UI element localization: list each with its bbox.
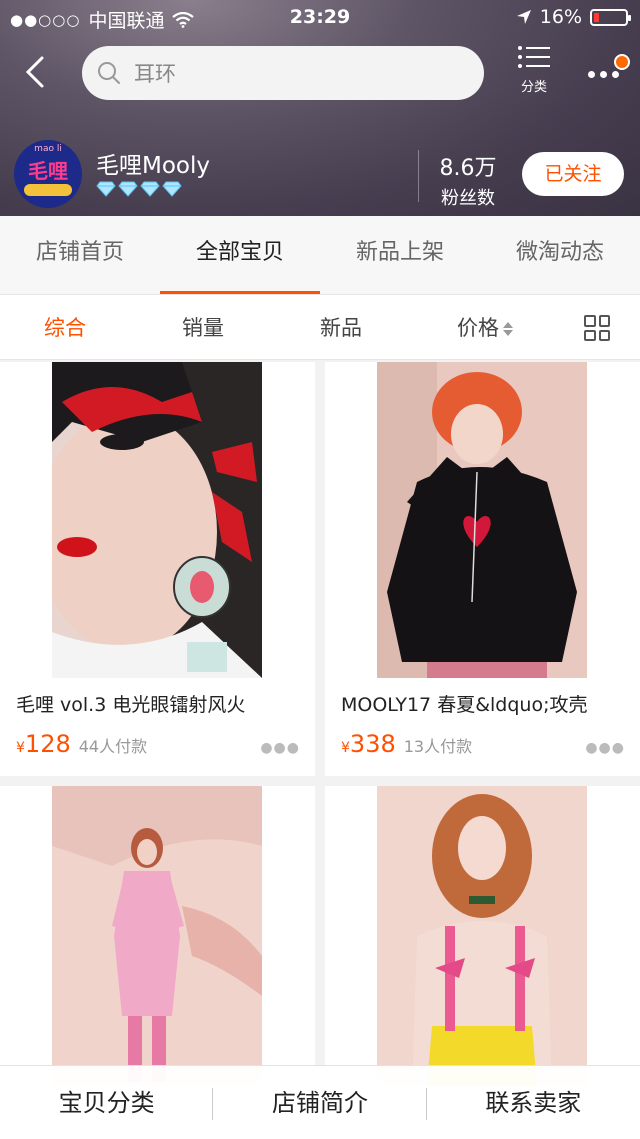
sort-arrows-icon — [503, 321, 513, 337]
bottom-item-label: 店铺简介 — [271, 1089, 368, 1117]
sold-count: 44人付款 — [78, 737, 148, 756]
product-card[interactable]: 毛哩 vol.3 电光眼镭射风火 ¥128 44人付款 ●●● — [0, 362, 315, 776]
diamond-icon — [118, 181, 138, 197]
bottom-item-label: 宝贝分类 — [58, 1089, 155, 1117]
shop-info: mao li 毛哩 毛哩Mooly 8.6万 粉丝数 已关注 — [0, 136, 640, 216]
sort-comprehensive[interactable]: 综合 — [20, 295, 110, 361]
product-image[interactable] — [377, 786, 587, 1086]
sort-new[interactable]: 新品 — [296, 295, 386, 361]
battery-fill — [594, 12, 599, 22]
status-bar: ●●○○○ 中国联通 23:29 16% — [0, 0, 640, 36]
shop-rating-diamonds — [96, 181, 182, 197]
product-image[interactable] — [377, 362, 587, 678]
shop-header: ●●○○○ 中国联通 23:29 16% 耳环 分类 mao li 毛哩 毛哩M… — [0, 0, 640, 216]
diamond-icon — [140, 181, 160, 197]
sort-bar: 综合 销量 新品 价格 — [0, 294, 640, 360]
search-placeholder: 耳环 — [134, 62, 176, 86]
logo-text-main: 毛哩 — [28, 159, 68, 183]
bottom-item-label: 联系卖家 — [485, 1089, 582, 1117]
battery-icon — [590, 8, 631, 26]
grid-view-icon[interactable] — [584, 315, 610, 341]
more-options-icon[interactable]: ●●● — [585, 740, 625, 756]
tab-new-arrivals[interactable]: 新品上架 — [320, 216, 480, 294]
more-dots-icon — [588, 71, 595, 78]
search-input[interactable]: 耳环 — [82, 46, 484, 100]
search-icon — [98, 62, 120, 84]
shop-name[interactable]: 毛哩Mooly — [96, 146, 210, 180]
category-button[interactable]: 分类 — [510, 44, 558, 102]
currency-symbol: ¥ — [341, 740, 350, 756]
more-dot — [612, 71, 619, 78]
bottom-item-shop-intro[interactable]: 店铺简介 — [213, 1066, 427, 1139]
more-button[interactable] — [584, 50, 634, 90]
sold-count: 13人付款 — [403, 737, 473, 756]
currency-symbol: ¥ — [16, 740, 25, 756]
sort-sales[interactable]: 销量 — [158, 295, 248, 361]
bottom-item-contact-seller[interactable]: 联系卖家 — [427, 1066, 640, 1139]
category-label: 分类 — [520, 80, 547, 95]
logo-wave — [24, 184, 72, 196]
shop-tabs: 店铺首页 全部宝贝 新品上架 微淘动态 — [0, 216, 640, 294]
battery-percent: 16% — [539, 6, 582, 28]
back-arrow-icon[interactable] — [18, 52, 52, 92]
more-dot — [600, 71, 607, 78]
fans-label: 粉丝数 — [441, 188, 495, 209]
product-title[interactable]: MOOLY17 春夏&ldquo;攻壳 — [341, 690, 631, 717]
diamond-icon — [162, 181, 182, 197]
fans-count: 8.6万 粉丝数 — [420, 150, 516, 210]
more-options-icon[interactable]: ●●● — [260, 740, 300, 756]
fans-number: 8.6万 — [439, 156, 497, 181]
logo-text-top: mao li — [34, 144, 62, 154]
follow-button[interactable]: 已关注 — [522, 152, 624, 196]
tab-home[interactable]: 店铺首页 — [0, 216, 160, 294]
tab-all-items[interactable]: 全部宝贝 — [160, 216, 320, 294]
product-price: 338 — [349, 730, 396, 758]
sort-price-label: 价格 — [457, 316, 499, 340]
notification-badge — [614, 54, 630, 70]
bottom-item-categories[interactable]: 宝贝分类 — [0, 1066, 214, 1139]
shop-logo[interactable]: mao li 毛哩 — [14, 140, 82, 208]
diamond-icon — [96, 181, 116, 197]
nav-row: 耳环 分类 — [0, 40, 640, 104]
product-price: 128 — [24, 730, 71, 758]
price-row: ¥128 44人付款 ●●● — [16, 730, 306, 762]
list-icon — [518, 46, 550, 68]
location-arrow-icon — [516, 10, 531, 24]
divider — [418, 150, 419, 202]
sort-price[interactable]: 价格 — [440, 295, 530, 361]
bottom-bar: 宝贝分类 店铺简介 联系卖家 — [0, 1065, 640, 1139]
shop-page: ●●○○○ 中国联通 23:29 16% 耳环 分类 mao li 毛哩 毛哩M… — [0, 0, 640, 1139]
price-row: ¥338 13人付款 ●●● — [341, 730, 631, 762]
product-image[interactable] — [52, 786, 262, 1086]
product-image[interactable] — [52, 362, 262, 678]
product-grid: 毛哩 vol.3 电光眼镭射风火 ¥128 44人付款 ●●● MOOLY17 … — [0, 362, 640, 1139]
product-title[interactable]: 毛哩 vol.3 电光眼镭射风火 — [16, 690, 306, 717]
tab-weitao[interactable]: 微淘动态 — [480, 216, 640, 294]
product-card[interactable]: MOOLY17 春夏&ldquo;攻壳 ¥338 13人付款 ●●● — [325, 362, 640, 776]
